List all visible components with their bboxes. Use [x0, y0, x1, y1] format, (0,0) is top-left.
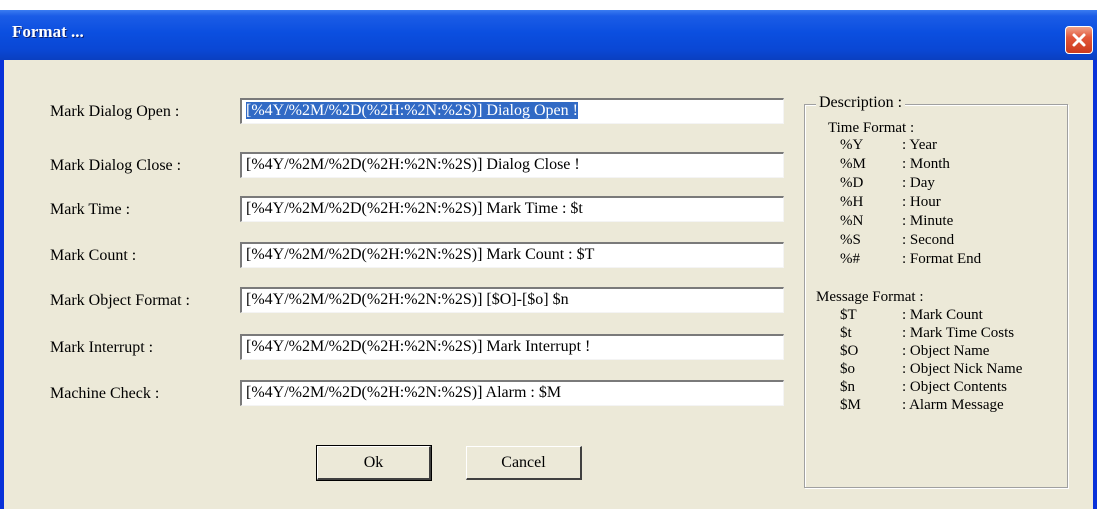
- label-mark-count: Mark Count :: [50, 247, 137, 264]
- label-mark-interrupt: Mark Interrupt :: [50, 339, 154, 356]
- message-desc: : Alarm Message: [902, 397, 1004, 413]
- mark-dialog-close-field[interactable]: [%4Y/%2M/%2D(%2H:%2N:%2S)] Dialog Close …: [240, 152, 784, 178]
- time-desc: : Hour: [902, 194, 941, 210]
- label-mark-time: Mark Time :: [50, 201, 131, 218]
- time-key: %M: [840, 156, 866, 172]
- time-key: %Y: [840, 137, 864, 153]
- format-dialog: Format ... Mark Dialog Open : [%4Y/%2M/%…: [0, 10, 1097, 509]
- time-desc: : Year: [902, 137, 938, 153]
- message-desc: : Mark Time Costs: [902, 325, 1015, 341]
- message-key: $n: [840, 379, 855, 395]
- message-format-title: Message Format :: [816, 289, 924, 305]
- message-key: $O: [840, 343, 859, 359]
- label-mark-object-format: Mark Object Format :: [50, 292, 190, 309]
- label-machine-check: Machine Check :: [50, 385, 160, 402]
- message-desc: : Mark Count: [902, 307, 983, 323]
- selected-text: [%4Y/%2M/%2D(%2H:%2N:%2S)] Dialog Open !: [246, 102, 578, 119]
- mark-count-field[interactable]: [%4Y/%2M/%2D(%2H:%2N:%2S)] Mark Count : …: [240, 242, 784, 268]
- mark-interrupt-field[interactable]: [%4Y/%2M/%2D(%2H:%2N:%2S)] Mark Interrup…: [240, 334, 784, 360]
- time-key: %N: [840, 213, 864, 229]
- time-desc: : Format End: [902, 251, 982, 267]
- message-key: $o: [840, 361, 855, 377]
- mark-object-format-field[interactable]: [%4Y/%2M/%2D(%2H:%2N:%2S)] [$O]-[$o] $n: [240, 287, 784, 313]
- machine-check-field[interactable]: [%4Y/%2M/%2D(%2H:%2N:%2S)] Alarm : $M: [240, 380, 784, 406]
- message-key: $M: [840, 397, 861, 413]
- cancel-button[interactable]: Cancel: [466, 446, 582, 480]
- time-desc: : Second: [902, 232, 955, 248]
- time-format-title: Time Format :: [828, 120, 915, 136]
- time-desc: : Minute: [902, 213, 954, 229]
- message-key: $T: [840, 307, 857, 323]
- title-bar[interactable]: Format ...: [0, 10, 1097, 60]
- mark-time-field[interactable]: [%4Y/%2M/%2D(%2H:%2N:%2S)] Mark Time : $…: [240, 196, 784, 222]
- time-desc: : Day: [902, 175, 935, 191]
- description-title: Description :: [816, 94, 906, 112]
- close-button[interactable]: [1065, 26, 1093, 54]
- time-key: %H: [840, 194, 864, 210]
- time-key: %#: [840, 251, 860, 267]
- time-desc: : Month: [902, 156, 950, 172]
- message-desc: : Object Name: [902, 343, 990, 359]
- close-icon: [1072, 33, 1086, 47]
- message-desc: : Object Nick Name: [902, 361, 1023, 377]
- ok-button[interactable]: Ok: [316, 445, 432, 481]
- mark-dialog-open-field[interactable]: [%4Y/%2M/%2D(%2H:%2N:%2S)] Dialog Open !: [240, 98, 784, 124]
- time-key: %S: [840, 232, 861, 248]
- message-desc: : Object Contents: [902, 379, 1007, 395]
- dialog-body: Mark Dialog Open : [%4Y/%2M/%2D(%2H:%2N:…: [4, 60, 1093, 509]
- label-mark-dialog-open: Mark Dialog Open :: [50, 103, 180, 120]
- message-key: $t: [840, 325, 852, 341]
- label-mark-dialog-close: Mark Dialog Close :: [50, 157, 182, 174]
- time-key: %D: [840, 175, 864, 191]
- window-title: Format ...: [12, 22, 84, 41]
